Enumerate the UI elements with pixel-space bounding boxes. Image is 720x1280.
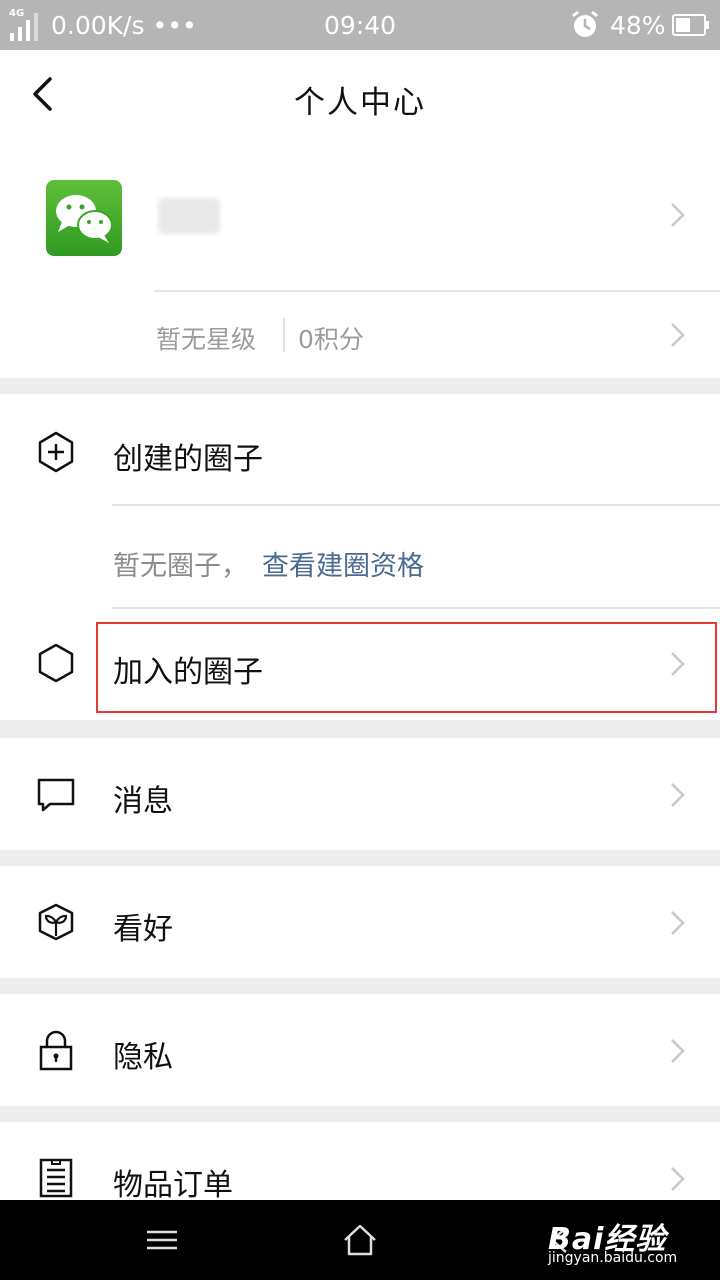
order-list-icon (39, 1158, 73, 1198)
avatar[interactable] (46, 180, 122, 256)
baidu-jingyan-watermark: Bai经验 jingyan.baidu.com (548, 1214, 677, 1266)
home-icon[interactable] (340, 1220, 380, 1260)
no-circles-text: 暂无圈子， (113, 551, 248, 582)
status-bar: 4G 0.00K/s ••• 09:40 48% (0, 0, 720, 50)
page-title: 个人中心 (294, 85, 426, 121)
system-nav-bar: Bai经验 jingyan.baidu.com (0, 1200, 720, 1280)
favorites-label: 看好 (113, 912, 173, 947)
battery-icon (672, 14, 709, 36)
chevron-right-icon (671, 652, 685, 676)
messages-row[interactable]: 消息 (0, 738, 720, 850)
messages-label: 消息 (113, 784, 173, 819)
divider (154, 290, 720, 292)
wechat-logo-icon (56, 195, 113, 243)
created-circles-label: 创建的圈子 (113, 442, 263, 477)
chevron-right-icon (671, 1167, 685, 1191)
chevron-right-icon (671, 783, 685, 807)
chevron-right-icon[interactable] (668, 200, 688, 230)
header: 个人中心 (0, 50, 720, 142)
battery-percent: 48% (610, 11, 666, 40)
privacy-label: 隐私 (113, 1040, 173, 1075)
circles-section: 创建的圈子 暂无圈子， 查看建圈资格 加入的圈子 (0, 394, 720, 720)
view-qualification-link[interactable]: 查看建圈资格 (262, 544, 424, 583)
message-icon (37, 778, 75, 812)
points-text[interactable]: 0积分 (298, 320, 364, 356)
divider (112, 504, 720, 506)
chevron-right-icon (671, 911, 685, 935)
created-circles-row[interactable]: 创建的圈子 (0, 394, 720, 504)
alarm-icon (572, 10, 598, 37)
joined-circles-label: 加入的圈子 (113, 655, 263, 690)
joined-circles-row[interactable]: 加入的圈子 (0, 609, 720, 720)
sprout-box-icon (38, 903, 74, 941)
watermark-url: jingyan.baidu.com (548, 1250, 678, 1266)
lock-icon (39, 1030, 73, 1071)
rating-text[interactable]: 暂无星级 (156, 320, 256, 356)
username-blurred[interactable] (158, 198, 220, 234)
profile-section: 暂无星级 0积分 (0, 142, 720, 378)
chevron-right-icon (671, 1039, 685, 1063)
orders-label: 物品订单 (113, 1168, 233, 1203)
hexagon-icon (38, 643, 74, 683)
separator (283, 318, 285, 352)
privacy-row[interactable]: 隐私 (0, 994, 720, 1106)
chevron-right-icon[interactable] (668, 320, 688, 350)
favorites-row[interactable]: 看好 (0, 866, 720, 978)
menu-icon[interactable] (142, 1220, 182, 1260)
hexagon-plus-icon (38, 431, 74, 473)
